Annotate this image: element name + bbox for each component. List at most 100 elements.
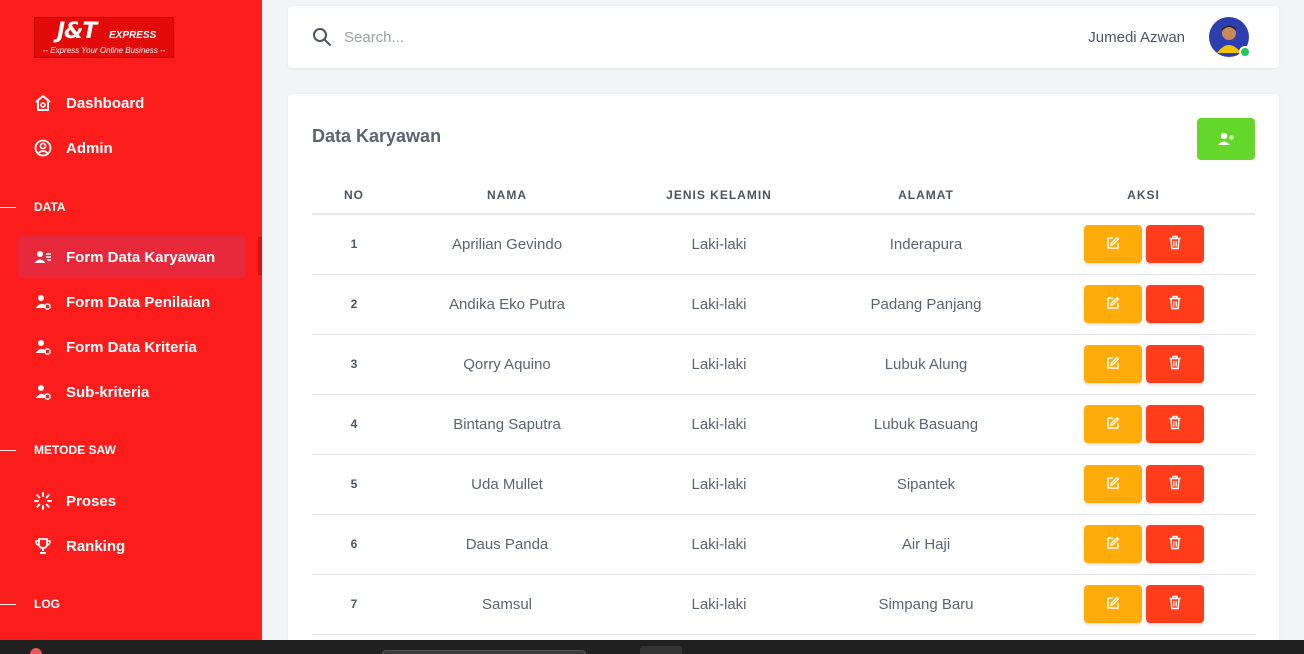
sidebar-item-admin[interactable]: Admin — [18, 127, 246, 169]
cell-jenis-kelamin: Laki-laki — [618, 394, 820, 455]
edit-button[interactable] — [1083, 585, 1142, 623]
sidebar-item-dashboard[interactable]: Dashboard — [18, 82, 246, 124]
column-header-jenis-kelamin: JENIS KELAMIN — [618, 176, 820, 215]
cell-alamat: Inderapura — [820, 214, 1032, 275]
add-karyawan-button[interactable] — [1197, 118, 1255, 160]
cell-jenis-kelamin: Laki-laki — [618, 334, 820, 395]
delete-button[interactable] — [1145, 225, 1204, 264]
column-header-alamat: ALAMAT — [820, 176, 1032, 215]
delete-button[interactable] — [1145, 465, 1204, 503]
edit-button[interactable] — [1083, 405, 1142, 443]
cell-jenis-kelamin: Laki-laki — [618, 454, 820, 515]
cell-nama: Andika Eko Putra — [396, 274, 618, 335]
trash-icon — [1168, 355, 1182, 373]
delete-button[interactable] — [1145, 405, 1204, 443]
sidebar-item-proses[interactable]: Proses — [18, 480, 246, 522]
table-row: 6 Daus Panda Laki-laki Air Haji — [312, 514, 1255, 575]
table-row: 5 Uda Mullet Laki-laki Sipantek — [312, 454, 1255, 515]
cell-nama: Samsul — [396, 574, 618, 635]
user-gear-icon — [34, 293, 52, 311]
cell-nama: Uda Mullet — [396, 454, 618, 515]
cell-no: 4 — [312, 394, 396, 455]
cell-aksi — [1032, 454, 1255, 515]
sidebar-item-sub-kriteria[interactable]: Sub-kriteria — [18, 371, 246, 413]
cell-no: 5 — [312, 454, 396, 515]
cell-no: 6 — [312, 514, 396, 575]
delete-button[interactable] — [1145, 585, 1204, 623]
sidebar-item-form-data-penilaian[interactable]: Form Data Penilaian — [18, 281, 246, 323]
cell-aksi — [1032, 514, 1255, 575]
cell-alamat: Air Haji — [820, 514, 1032, 575]
taskbar-app-icon[interactable] — [640, 646, 682, 654]
table-row: 4 Bintang Saputra Laki-laki Lubuk Basuang — [312, 394, 1255, 455]
trash-icon — [1168, 295, 1182, 313]
cell-nama: Daus Panda — [396, 514, 618, 575]
user-list-icon — [34, 248, 52, 266]
edit-button[interactable] — [1083, 285, 1142, 323]
logo-brand: J&T — [57, 19, 97, 44]
avatar[interactable] — [1209, 17, 1251, 58]
delete-button[interactable] — [1145, 525, 1204, 563]
section-log: LOG — [0, 597, 60, 611]
trash-icon — [1168, 235, 1182, 253]
sidebar-item-label: Admin — [66, 139, 113, 157]
cell-no: 3 — [312, 334, 396, 395]
karyawan-table: NO NAMA JENIS KELAMIN ALAMAT AKSI 1 April… — [312, 176, 1255, 635]
user-plus-icon — [1218, 132, 1234, 145]
section-label: DATA — [34, 200, 66, 214]
cell-aksi — [1032, 334, 1255, 395]
column-header-nama: NAMA — [396, 176, 618, 215]
trash-icon — [1168, 475, 1182, 493]
logo-express: EXPRESS — [109, 30, 157, 41]
sidebar-item-form-data-karyawan[interactable]: Form Data Karyawan — [18, 236, 246, 278]
delete-button[interactable] — [1145, 285, 1204, 323]
sidebar-item-label: Form Data Kriteria — [66, 338, 197, 356]
user-name[interactable]: Jumedi Azwan — [1088, 29, 1185, 46]
user-gear-icon — [34, 338, 52, 356]
cell-no: 2 — [312, 274, 396, 335]
sidebar-item-ranking[interactable]: Ranking — [18, 525, 246, 567]
sidebar-item-label: Sub-kriteria — [66, 383, 150, 401]
sidebar-item-form-data-kriteria[interactable]: Form Data Kriteria — [18, 326, 246, 368]
os-taskbar — [0, 640, 1304, 654]
trash-icon — [1168, 415, 1182, 433]
cell-nama: Bintang Saputra — [396, 394, 618, 455]
sidebar: J&T EXPRESS -- Express Your Online Busin… — [0, 0, 262, 640]
cell-alamat: Lubuk Basuang — [820, 394, 1032, 455]
search-input[interactable] — [344, 22, 544, 52]
taskbar-app-icon[interactable] — [30, 648, 42, 654]
cell-nama: Qorry Aquino — [396, 334, 618, 395]
edit-button[interactable] — [1083, 345, 1142, 383]
table-header-row: NO NAMA JENIS KELAMIN ALAMAT AKSI — [312, 176, 1255, 215]
cell-alamat: Simpang Baru — [820, 574, 1032, 635]
table-row: 2 Andika Eko Putra Laki-laki Padang Panjang — [312, 274, 1255, 335]
edit-icon — [1106, 236, 1120, 253]
sidebar-item-label: Form Data Penilaian — [66, 293, 211, 311]
trash-icon — [1168, 595, 1182, 613]
delete-button[interactable] — [1145, 345, 1204, 383]
avatar-photo — [1217, 25, 1241, 53]
topbar: Jumedi Azwan — [288, 6, 1279, 68]
online-status-dot — [1239, 46, 1251, 58]
taskbar-search-box[interactable] — [382, 650, 586, 654]
edit-button[interactable] — [1083, 225, 1142, 264]
cell-jenis-kelamin: Laki-laki — [618, 574, 820, 635]
trash-icon — [1168, 535, 1182, 553]
edit-icon — [1106, 296, 1120, 313]
active-indicator — [258, 237, 262, 275]
home-icon — [34, 94, 52, 112]
section-metode-saw: METODE SAW — [0, 443, 116, 457]
jnt-express-logo[interactable]: J&T EXPRESS -- Express Your Online Busin… — [34, 17, 174, 58]
cell-jenis-kelamin: Laki-laki — [618, 514, 820, 575]
edit-button[interactable] — [1083, 525, 1142, 563]
edit-icon — [1106, 596, 1120, 613]
column-header-no: NO — [312, 176, 396, 215]
cell-nama: Aprilian Gevindo — [396, 214, 618, 275]
search-icon[interactable] — [312, 27, 332, 47]
cell-alamat: Lubuk Alung — [820, 334, 1032, 395]
edit-button[interactable] — [1083, 465, 1142, 503]
section-label: METODE SAW — [34, 443, 116, 457]
edit-icon — [1106, 416, 1120, 433]
table-row: 1 Aprilian Gevindo Laki-laki Inderapura — [312, 214, 1255, 275]
trophy-icon — [34, 537, 52, 555]
